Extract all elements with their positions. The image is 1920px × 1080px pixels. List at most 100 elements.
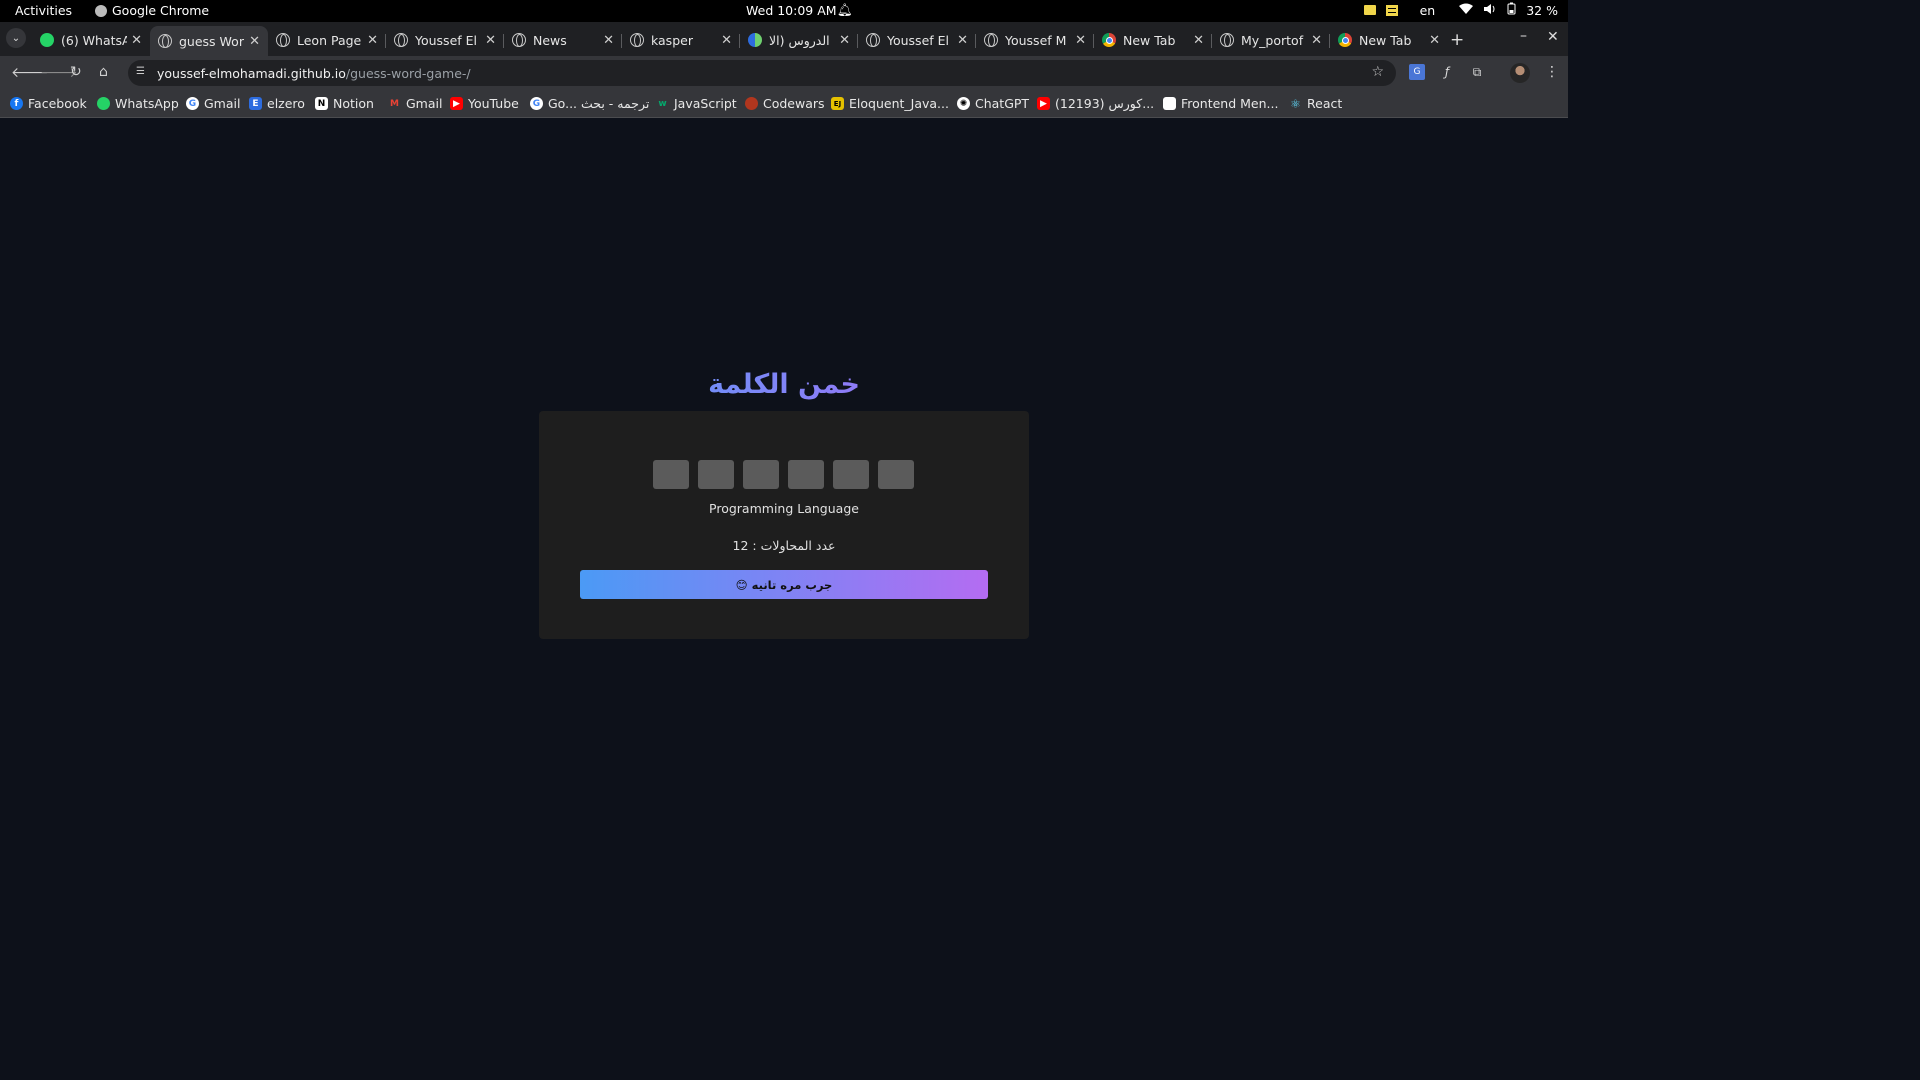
home-icon[interactable]: ⌂ xyxy=(99,64,108,80)
window-close-icon[interactable]: ✕ xyxy=(1547,29,1559,45)
activities-button[interactable]: Activities xyxy=(15,3,72,18)
close-tab-icon[interactable]: ✕ xyxy=(1193,33,1204,48)
tab-kasper[interactable]: kasper ✕ xyxy=(622,26,740,54)
doc-icon xyxy=(748,33,762,47)
close-tab-icon[interactable]: ✕ xyxy=(131,33,142,48)
close-tab-icon[interactable]: ✕ xyxy=(249,34,260,49)
bookmark-facebook[interactable]: f Facebook xyxy=(10,96,87,111)
close-tab-icon[interactable]: ✕ xyxy=(367,33,378,48)
tab-title: New Tab xyxy=(1359,32,1412,48)
codewars-icon xyxy=(745,97,758,110)
site-settings-icon[interactable]: ☰ xyxy=(136,66,148,78)
extensions-puzzle-icon[interactable]: ⧉ xyxy=(1469,64,1485,80)
tab-youssef-2[interactable]: Youssef El ✕ xyxy=(858,26,976,54)
browser-toolbar: 🡐 🡒 ↻ ⌂ ☰ youssef-elmohamadi.github.io/g… xyxy=(0,56,1568,90)
keyboard-language[interactable]: en xyxy=(1420,3,1436,18)
tab-portfolio[interactable]: My_portof ✕ xyxy=(1212,26,1330,54)
bookmark-label: Facebook xyxy=(28,96,87,111)
notes-app-icon[interactable] xyxy=(1385,4,1398,16)
close-tab-icon[interactable]: ✕ xyxy=(485,33,496,48)
bookmark-label: Frontend Men... xyxy=(1181,96,1279,111)
translate-extension-icon[interactable]: G xyxy=(1409,64,1425,80)
tab-leon-page[interactable]: Leon Page ✕ xyxy=(268,26,386,54)
minimize-icon[interactable]: – xyxy=(1520,28,1527,44)
app-menu[interactable]: Google Chrome xyxy=(95,3,209,18)
globe-icon xyxy=(158,34,172,48)
profile-avatar[interactable] xyxy=(1510,63,1530,83)
google-icon: G xyxy=(530,97,543,110)
w3-icon: w xyxy=(658,98,667,109)
tab-youssef-3[interactable]: Youssef M ✕ xyxy=(976,26,1094,54)
bookmark-elzero[interactable]: E elzero xyxy=(249,96,305,111)
bookmark-youtube[interactable]: ▶ YouTube xyxy=(450,96,519,111)
font-extension-icon[interactable]: ƒ xyxy=(1439,64,1455,80)
bookmark-gmail-2[interactable]: M Gmail xyxy=(388,96,442,111)
tab-title: Youssef El xyxy=(415,32,478,48)
notification-bell-icon[interactable]: 🔔︎ xyxy=(837,2,853,18)
bookmark-whatsapp[interactable]: WhatsApp xyxy=(97,96,179,111)
tab-new-1[interactable]: New Tab ✕ xyxy=(1094,26,1212,54)
volume-icon[interactable] xyxy=(1483,3,1497,18)
attempts-counter: عدد المحاولات : 12 xyxy=(732,538,836,553)
word-hint: Programming Language xyxy=(709,501,859,516)
bookmark-react[interactable]: ⚛ React xyxy=(1289,96,1342,111)
tab-title: (6) WhatsA xyxy=(61,32,128,48)
tab-youssef-1[interactable]: Youssef El ✕ xyxy=(386,26,504,54)
letter-slot[interactable] xyxy=(788,460,824,489)
bookmark-star-icon[interactable]: ☆ xyxy=(1371,64,1384,80)
chrome-icon xyxy=(1338,33,1352,47)
bookmark-javascript[interactable]: w JavaScript xyxy=(656,96,736,111)
bookmark-chatgpt[interactable]: ✺ ChatGPT xyxy=(957,96,1029,111)
close-tab-icon[interactable]: ✕ xyxy=(603,33,614,48)
bookmark-label: Gmail xyxy=(204,96,241,111)
tab-new-2[interactable]: New Tab ✕ xyxy=(1330,26,1448,54)
letter-slots xyxy=(653,460,914,489)
wifi-icon[interactable] xyxy=(1459,3,1474,18)
sticky-note-icon[interactable] xyxy=(1363,5,1376,15)
bookmark-gmail-1[interactable]: G Gmail xyxy=(186,96,240,111)
game-title: خمن الكلمة xyxy=(584,369,984,400)
system-top-bar: Activities Google Chrome Wed 10:09 AM 🔔︎… xyxy=(0,0,1568,22)
close-tab-icon[interactable]: ✕ xyxy=(839,33,850,48)
address-bar[interactable]: ☰ youssef-elmohamadi.github.io/guess-wor… xyxy=(128,60,1396,86)
close-tab-icon[interactable]: ✕ xyxy=(957,33,968,48)
chatgpt-icon: ✺ xyxy=(957,97,970,110)
tab-title: الدروس (الا xyxy=(769,32,830,48)
bookmark-label: ChatGPT xyxy=(975,96,1030,111)
bookmark-label: YouTube xyxy=(468,96,519,111)
bookmark-notion[interactable]: N Notion xyxy=(315,96,374,111)
tab-guess-word[interactable]: guess Wor ✕ xyxy=(150,26,268,56)
close-tab-icon[interactable]: ✕ xyxy=(1429,33,1440,48)
clock[interactable]: Wed 10:09 AM xyxy=(746,3,837,18)
bookmark-google-translate[interactable]: G Go... ترجمه - بحث xyxy=(530,96,649,111)
letter-slot[interactable] xyxy=(833,460,869,489)
try-again-button[interactable]: جرب مره تانيه 😊 xyxy=(580,570,988,599)
close-tab-icon[interactable]: ✕ xyxy=(1311,33,1322,48)
globe-icon xyxy=(512,33,526,47)
tab-whatsapp[interactable]: (6) WhatsA ✕ xyxy=(32,26,150,54)
tab-title: Youssef M xyxy=(1005,32,1067,48)
menu-kebab-icon[interactable]: ⋮ xyxy=(1545,64,1559,80)
tab-news[interactable]: News ✕ xyxy=(504,26,622,54)
letter-slot[interactable] xyxy=(698,460,734,489)
tab-lessons[interactable]: الدروس (الا ✕ xyxy=(740,26,858,54)
system-tray[interactable]: en 32 % xyxy=(1363,2,1558,18)
reload-icon[interactable]: ↻ xyxy=(70,64,82,80)
close-tab-icon[interactable]: ✕ xyxy=(721,33,732,48)
tab-search-button[interactable]: ⌄ xyxy=(6,28,26,48)
bookmark-codewars[interactable]: Codewars xyxy=(745,96,825,111)
gmail-icon: M xyxy=(390,98,399,109)
close-tab-icon[interactable]: ✕ xyxy=(1075,33,1086,48)
page-icon xyxy=(1163,97,1176,110)
letter-slot[interactable] xyxy=(743,460,779,489)
new-tab-icon[interactable]: + xyxy=(1450,30,1464,50)
globe-icon xyxy=(276,33,290,47)
react-icon: ⚛ xyxy=(1290,96,1301,111)
bookmark-frontend-mentor[interactable]: Frontend Men... xyxy=(1163,96,1278,111)
app-name-label: Google Chrome xyxy=(112,3,210,18)
bookmark-eloquent-js[interactable]: EJ Eloquent_Java... xyxy=(831,96,949,111)
letter-slot[interactable] xyxy=(653,460,689,489)
battery-icon[interactable] xyxy=(1507,2,1516,18)
letter-slot[interactable] xyxy=(878,460,914,489)
bookmark-youtube-course[interactable]: ▶ (12193) كورس... xyxy=(1037,96,1154,111)
